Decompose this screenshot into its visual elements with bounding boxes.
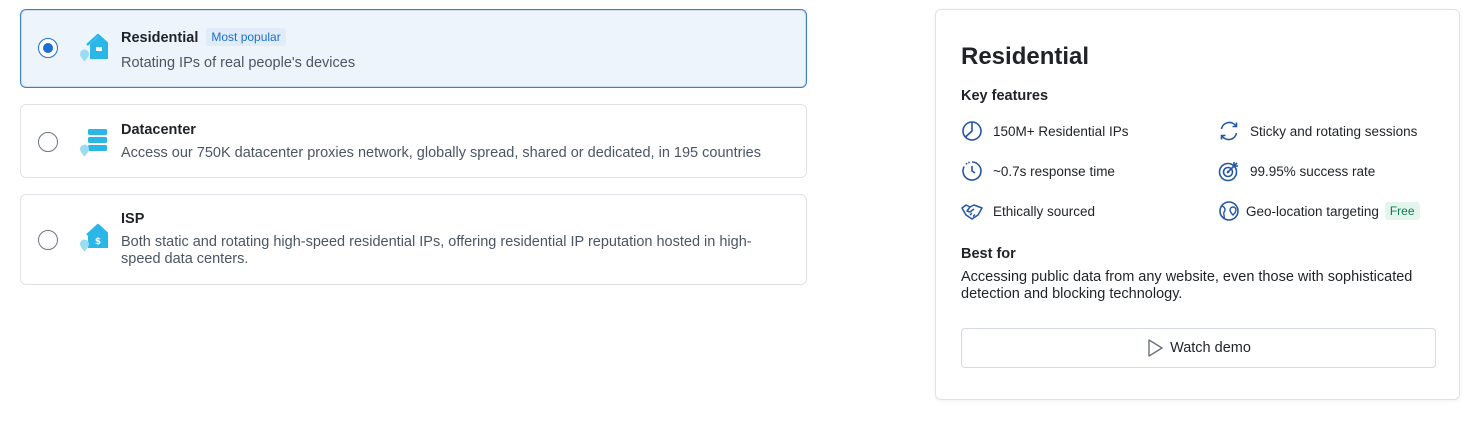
option-description: Rotating IPs of real people's devices — [121, 55, 356, 71]
feature-ethically-sourced: Ethically sourced — [961, 200, 1095, 222]
feature-residential-ips: 150M+ Residential IPs — [961, 120, 1128, 142]
feature-label: ~0.7s response time — [993, 163, 1115, 179]
feature-label: Geo-location targeting — [1246, 203, 1379, 219]
option-isp-text: ISP Both static and rotating high-speed … — [121, 210, 786, 268]
most-popular-badge: Most popular — [206, 28, 286, 46]
option-residential-text: Residential Most popular Rotating IPs of … — [121, 28, 786, 72]
option-description: Both static and rotating high-speed resi… — [121, 234, 752, 267]
feature-response-time: ~0.7s response time — [961, 160, 1115, 182]
option-title: Residential — [121, 30, 199, 46]
proxy-type-options: Residential Most popular Rotating IPs of … — [20, 9, 807, 301]
datacenter-server-icon — [76, 127, 108, 161]
radio-datacenter[interactable] — [38, 132, 58, 152]
residential-house-icon — [76, 32, 109, 66]
details-panel: Residential Key features 150M+ Residenti… — [935, 9, 1460, 400]
key-features-label: Key features — [961, 88, 1049, 104]
feature-success-rate: 99.95% success rate — [1218, 160, 1375, 182]
feature-label: Ethically sourced — [993, 203, 1096, 219]
option-isp[interactable]: $ ISP Both static and rotating high-spee… — [20, 194, 807, 285]
feature-label: 150M+ Residential IPs — [993, 123, 1129, 139]
target-icon — [1218, 162, 1238, 182]
timer-icon — [962, 161, 982, 181]
panel-title: Residential — [961, 43, 1090, 70]
rotate-arrows-icon — [1220, 121, 1238, 141]
option-title: ISP — [121, 211, 145, 227]
watch-demo-button[interactable]: Watch demo — [961, 328, 1436, 368]
option-datacenter[interactable]: Datacenter Access our 750K datacenter pr… — [20, 104, 807, 178]
option-description: Access our 750K datacenter proxies netwo… — [121, 145, 761, 161]
feature-label: Sticky and rotating sessions — [1250, 123, 1418, 139]
isp-house-icon: $ — [76, 222, 110, 256]
option-title: Datacenter — [121, 122, 196, 138]
radio-isp[interactable] — [38, 230, 58, 250]
watch-demo-label: Watch demo — [1170, 340, 1251, 356]
option-residential[interactable]: Residential Most popular Rotating IPs of … — [20, 9, 807, 88]
svg-text:$: $ — [95, 237, 101, 247]
best-for-label: Best for — [961, 246, 1016, 262]
feature-sessions: Sticky and rotating sessions — [1218, 120, 1417, 142]
feature-geo-targeting: Geo-location targeting Free — [1218, 200, 1420, 222]
globe-pin-icon — [1219, 201, 1239, 221]
play-icon — [1148, 339, 1163, 357]
handshake-icon — [961, 204, 983, 220]
radio-residential[interactable] — [38, 38, 58, 58]
free-badge: Free — [1384, 202, 1420, 220]
feature-label: 99.95% success rate — [1250, 163, 1376, 179]
best-for-text: Accessing public data from any website, … — [961, 269, 1413, 302]
option-datacenter-text: Datacenter Access our 750K datacenter pr… — [121, 121, 786, 162]
pie-chart-icon — [962, 121, 982, 141]
